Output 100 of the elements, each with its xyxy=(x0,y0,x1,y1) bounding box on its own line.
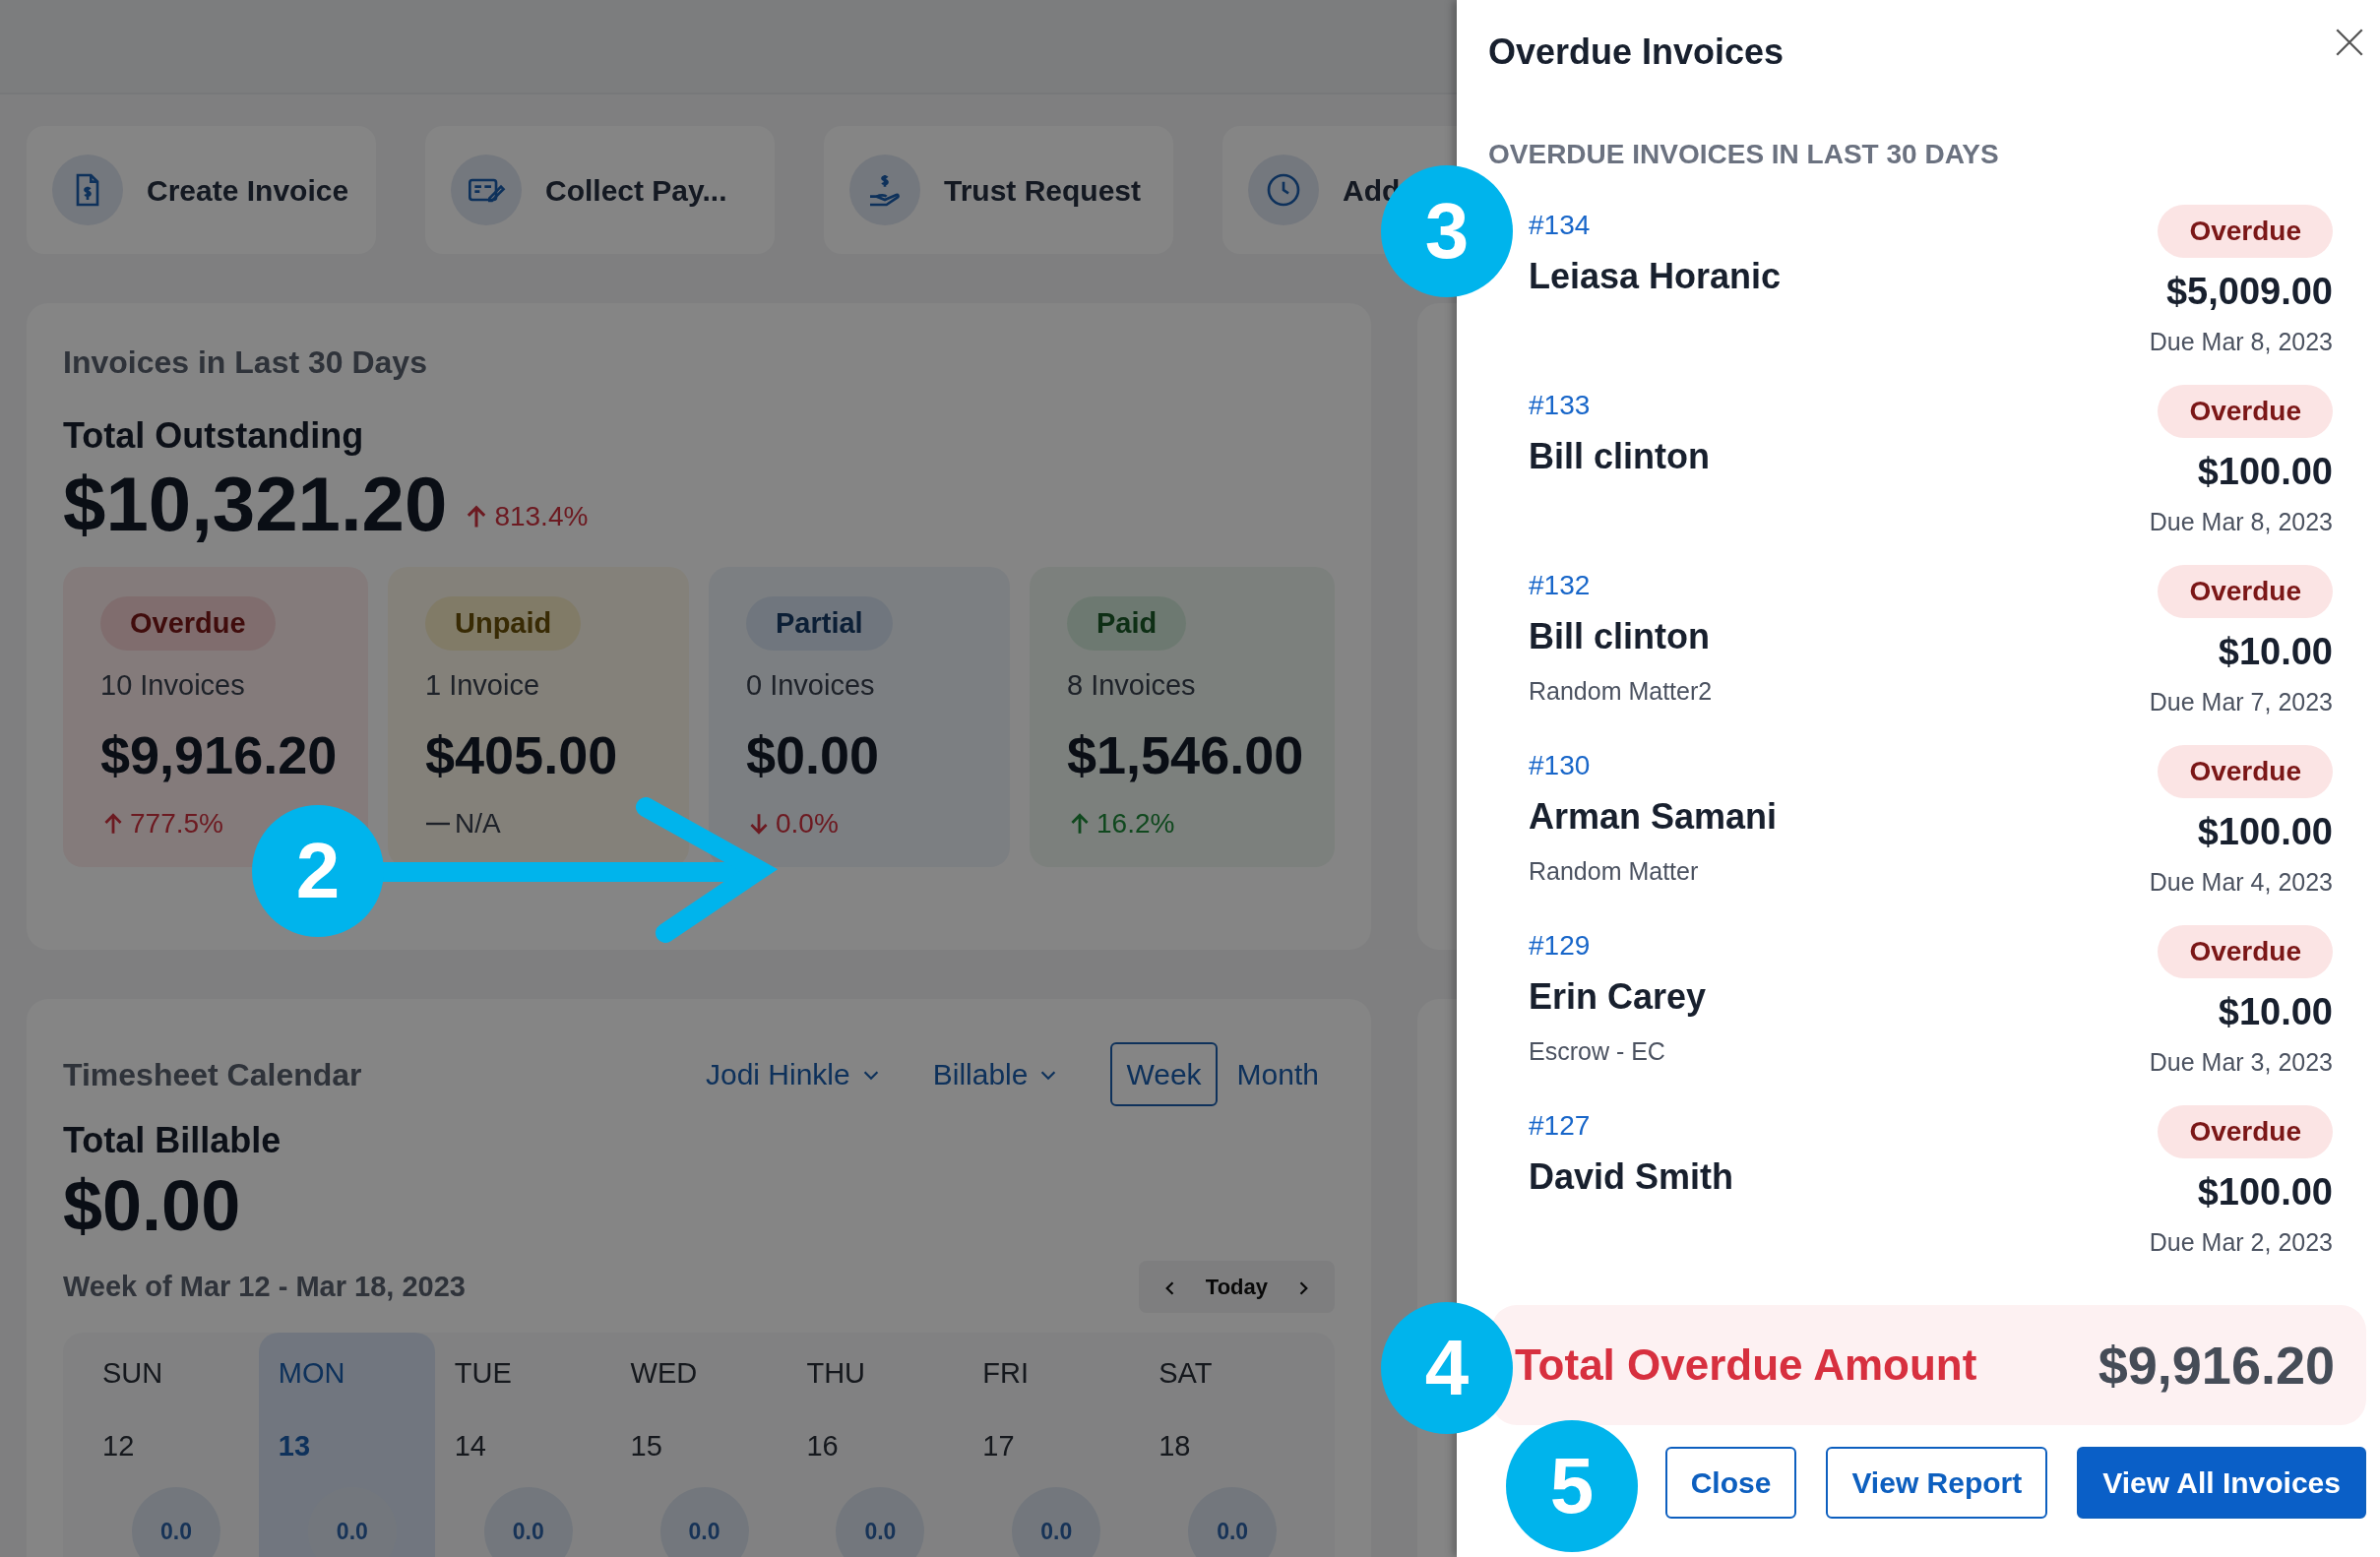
trend-indicator: 813.4% xyxy=(463,495,589,537)
invoice-number-link[interactable]: #127 xyxy=(1529,1110,1591,1141)
day-column[interactable]: WED 15 0.0 xyxy=(610,1333,787,1557)
matter-name: Random Matter2 xyxy=(1529,676,1713,707)
section-heading: OVERDUE INVOICES IN LAST 30 DAYS xyxy=(1488,138,2000,171)
status-badge: Overdue xyxy=(2158,745,2333,798)
action-label: Collect Pay... xyxy=(545,172,727,209)
total-amount: $10,321.20 xyxy=(63,463,448,547)
due-date: Due Mar 3, 2023 xyxy=(2149,1047,2333,1078)
status-amount: $0.00 xyxy=(746,723,881,786)
hours-circle: 0.0 xyxy=(1188,1487,1278,1557)
action-label: Trust Request xyxy=(944,172,1142,209)
trend-indicator: N/A xyxy=(425,802,501,844)
trend-indicator: 777.5% xyxy=(100,802,223,844)
invoice-amount: $100.00 xyxy=(2197,450,2333,494)
status-badge: Unpaid xyxy=(425,595,582,652)
action-card[interactable]: Collect Pay... xyxy=(425,126,775,254)
due-date: Due Mar 2, 2023 xyxy=(2149,1227,2333,1258)
callout-badge: 4 xyxy=(1381,1302,1513,1434)
trend-indicator: 16.2% xyxy=(1067,802,1175,844)
due-date: Due Mar 4, 2023 xyxy=(2149,867,2333,898)
invoice-number-link[interactable]: #134 xyxy=(1529,210,1591,240)
invoice-amount: $10.00 xyxy=(2218,990,2333,1034)
invoice-number-link[interactable]: #133 xyxy=(1529,390,1591,420)
client-name: Erin Carey xyxy=(1529,975,1707,1019)
total-label: Total Billable xyxy=(63,1119,282,1162)
day-name: SAT xyxy=(1159,1356,1213,1392)
week-range: Week of Mar 12 - Mar 18, 2023 xyxy=(63,1269,466,1304)
day-column[interactable]: THU 16 0.0 xyxy=(786,1333,964,1557)
day-number: 15 xyxy=(630,1428,662,1464)
total-label: Total Overdue Amount xyxy=(1515,1339,1977,1391)
card-title: Timesheet Calendar xyxy=(63,1055,362,1094)
day-name: SUN xyxy=(102,1356,163,1392)
due-date: Due Mar 8, 2023 xyxy=(2149,327,2333,357)
status-badge: Overdue xyxy=(2158,1105,2333,1158)
due-date: Due Mar 8, 2023 xyxy=(2149,507,2333,537)
status-badge: Overdue xyxy=(100,595,276,652)
day-number: 14 xyxy=(454,1428,486,1464)
day-name: TUE xyxy=(454,1356,512,1392)
filter-dropdown[interactable]: Billable xyxy=(932,1052,1060,1096)
panel-button[interactable]: Close xyxy=(1664,1447,1797,1519)
day-number: 16 xyxy=(806,1428,839,1464)
day-number: 18 xyxy=(1159,1428,1191,1464)
day-number: 12 xyxy=(102,1428,135,1464)
panel-button[interactable]: View Report xyxy=(1826,1447,2048,1519)
day-column[interactable]: MON 13 0.0 xyxy=(258,1333,435,1557)
hours-circle: 0.0 xyxy=(1012,1487,1101,1557)
status-badge: Overdue xyxy=(2158,925,2333,978)
invoice-amount: $100.00 xyxy=(2197,810,2333,854)
panel-button[interactable]: View All Invoices xyxy=(2077,1447,2366,1519)
total-amount: $9,916.20 xyxy=(2098,1334,2335,1397)
invoice-count: 8 Invoices xyxy=(1067,668,1197,704)
invoice-amount: $10.00 xyxy=(2218,630,2333,674)
total-amount: $0.00 xyxy=(63,1167,242,1246)
day-number: 17 xyxy=(982,1428,1015,1464)
total-label: Total Outstanding xyxy=(63,414,365,458)
day-name: THU xyxy=(806,1356,866,1392)
invoice-amount: $5,009.00 xyxy=(2165,270,2333,314)
dash-icon xyxy=(425,821,451,826)
day-column[interactable]: SAT 18 0.0 xyxy=(1139,1333,1315,1557)
invoice-number-link[interactable]: #132 xyxy=(1529,570,1591,600)
status-badge: Overdue xyxy=(2158,565,2333,618)
hours-circle: 0.0 xyxy=(659,1487,749,1557)
client-name: Bill clinton xyxy=(1529,615,1711,658)
status-badge: Partial xyxy=(746,595,893,652)
invoice-amount: $100.00 xyxy=(2197,1170,2333,1214)
status-card[interactable]: Paid 8 Invoices $1,546.00 16.2% xyxy=(1030,566,1335,867)
day-column[interactable]: SUN 12 0.0 xyxy=(83,1333,259,1557)
day-column[interactable]: TUE 14 0.0 xyxy=(434,1333,611,1557)
status-badge: Overdue xyxy=(2158,385,2333,438)
view-tab[interactable]: Month xyxy=(1221,1042,1335,1106)
status-amount: $405.00 xyxy=(425,723,619,786)
trend-indicator: 0.0% xyxy=(746,802,839,844)
client-name: Bill clinton xyxy=(1529,435,1710,478)
day-name: WED xyxy=(630,1356,698,1392)
invoice-number-link[interactable]: #129 xyxy=(1529,930,1591,961)
invoice-number-link[interactable]: #130 xyxy=(1529,750,1591,780)
hours-circle: 0.0 xyxy=(132,1487,220,1557)
hours-circle: 0.0 xyxy=(836,1487,925,1557)
panel-title: Overdue Invoices xyxy=(1488,31,1785,74)
status-card[interactable]: Partial 0 Invoices $0.00 0.0% xyxy=(709,566,1010,867)
action-label: Create Invoice xyxy=(147,172,349,209)
card-title: Invoices in Last 30 Days xyxy=(63,343,428,382)
client-name: Leiasa Horanic xyxy=(1529,255,1782,298)
invoice-count: 10 Invoices xyxy=(100,668,246,704)
day-name: FRI xyxy=(982,1356,1029,1392)
hours-circle: 0.0 xyxy=(483,1487,573,1557)
matter-name: Random Matter xyxy=(1529,856,1700,887)
due-date: Due Mar 7, 2023 xyxy=(2149,687,2333,717)
action-card[interactable]: Trust Request xyxy=(824,126,1173,254)
action-card[interactable]: Create Invoice xyxy=(27,126,376,254)
invoice-count: 1 Invoice xyxy=(425,668,541,704)
client-name: Arman Samani xyxy=(1529,795,1778,839)
matter-name: Escrow - EC xyxy=(1529,1036,1666,1067)
filter-dropdown[interactable]: Jodi Hinkle xyxy=(706,1052,882,1096)
view-tab[interactable]: Week xyxy=(1110,1042,1218,1106)
day-column[interactable]: FRI 17 0.0 xyxy=(963,1333,1140,1557)
day-number: 13 xyxy=(278,1428,311,1464)
status-badge: Overdue xyxy=(2158,205,2333,258)
status-badge: Paid xyxy=(1067,595,1187,652)
